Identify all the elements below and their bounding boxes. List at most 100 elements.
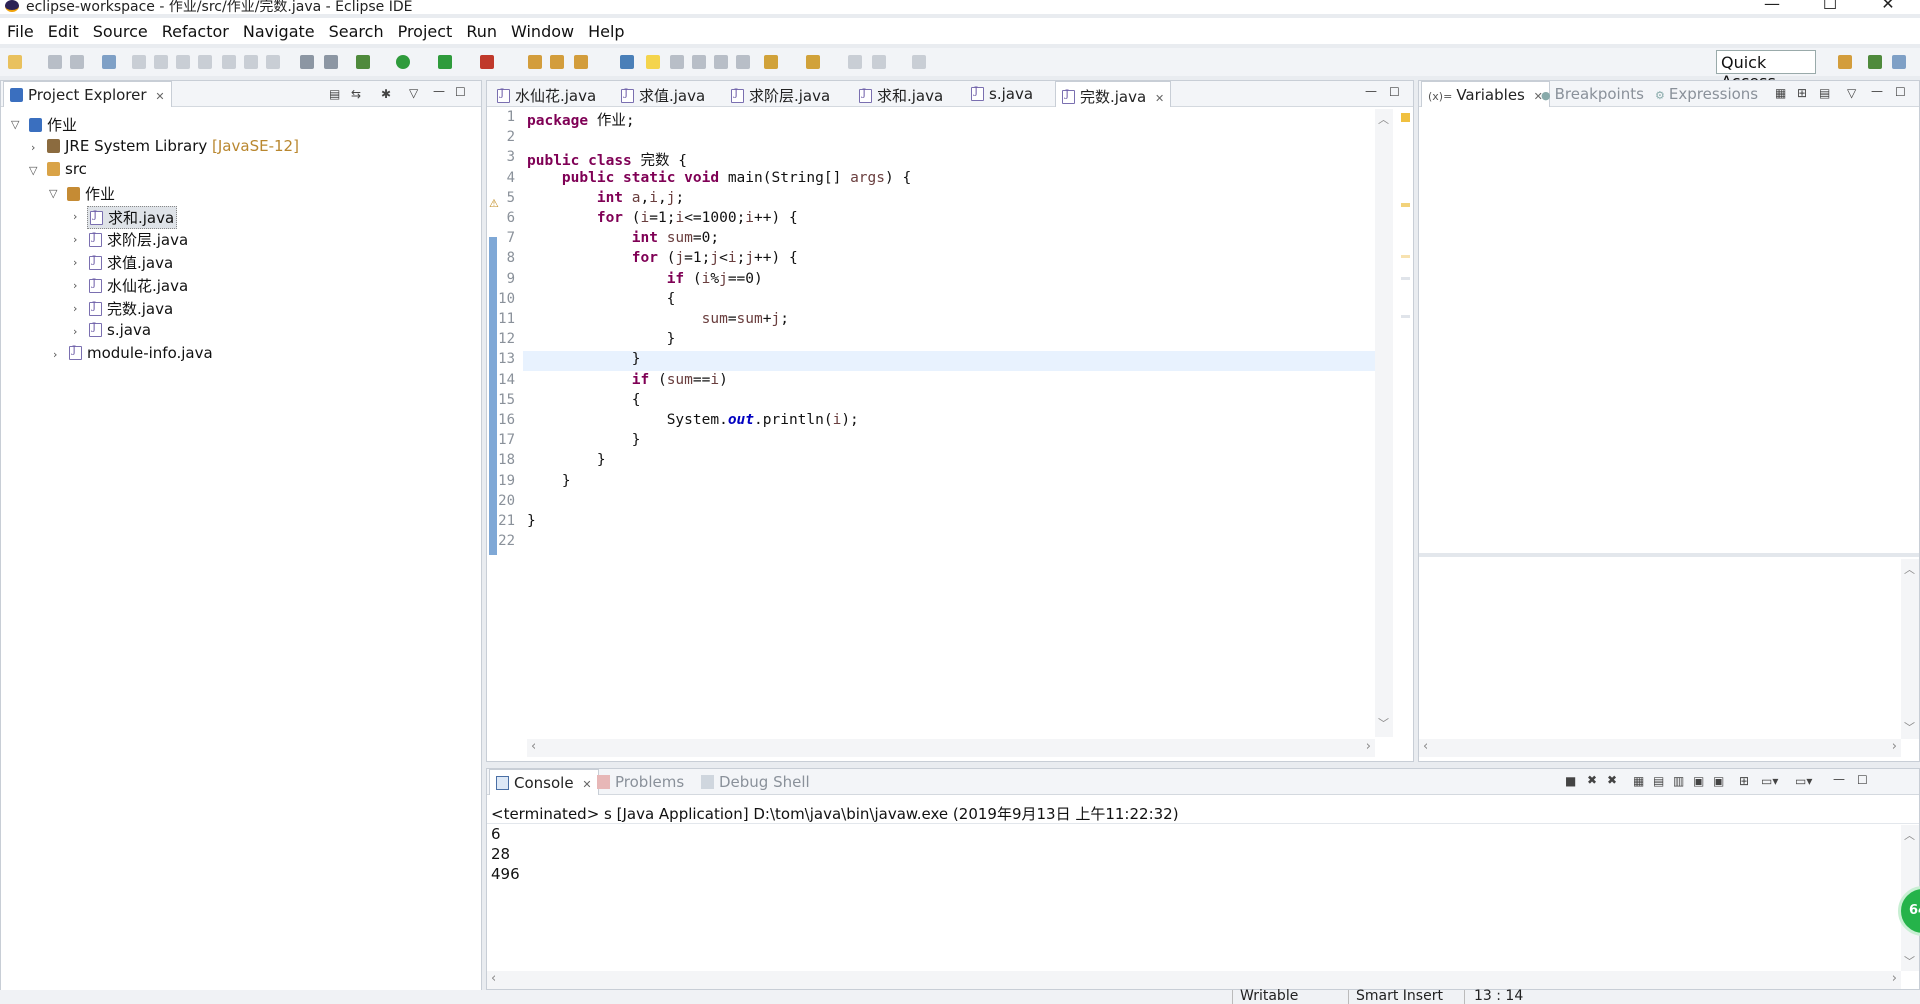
open-task-icon[interactable] — [620, 55, 634, 69]
scroll-left-icon[interactable]: ‹ — [1423, 739, 1428, 754]
scroll-left-icon[interactable]: ‹ — [531, 739, 536, 754]
java-perspective-icon[interactable] — [1868, 55, 1882, 69]
chevron-down-icon[interactable]: ▽ — [11, 118, 19, 131]
save-icon[interactable] — [48, 55, 62, 69]
resume-icon[interactable] — [132, 55, 146, 69]
menu-window[interactable]: Window — [511, 22, 574, 41]
collapse-all-icon[interactable]: ▤ — [1819, 86, 1830, 100]
chevron-down-icon[interactable]: ▽ — [49, 187, 57, 200]
tab-project-explorer[interactable]: Project Explorer ✕ — [3, 81, 172, 107]
link-editor-icon[interactable]: ⇆ — [351, 87, 361, 101]
open-type-icon[interactable] — [550, 55, 564, 69]
minimize-button[interactable]: — — [1752, 0, 1792, 13]
collapse-all-icon[interactable]: ▤ — [329, 87, 340, 101]
show-whitespace-icon[interactable] — [714, 55, 728, 69]
clear-console-icon[interactable]: ▦ — [1633, 774, 1644, 788]
editor-horizontal-scrollbar[interactable]: ‹ › — [527, 739, 1375, 757]
scroll-right-icon[interactable]: › — [1892, 739, 1897, 754]
scroll-up-icon[interactable]: ︿ — [1904, 827, 1915, 843]
forward-icon[interactable] — [912, 55, 926, 69]
close-icon[interactable]: ✕ — [1155, 92, 1164, 105]
suspend-icon[interactable] — [154, 55, 168, 69]
new-icon[interactable] — [8, 55, 22, 69]
menu-run[interactable]: Run — [466, 22, 497, 41]
chevron-right-icon[interactable]: › — [73, 279, 77, 292]
step-over-icon[interactable] — [244, 55, 258, 69]
editor-tab[interactable]: 求阶层.java — [725, 81, 836, 107]
scroll-down-icon[interactable]: ﹀ — [1378, 715, 1389, 731]
open-console-icon[interactable]: ▭▾ — [1795, 774, 1812, 788]
menu-edit[interactable]: Edit — [48, 22, 79, 41]
show-type-names-icon[interactable]: ▦ — [1775, 86, 1786, 100]
search-icon[interactable] — [574, 55, 588, 69]
block-selection-icon[interactable] — [692, 55, 706, 69]
chevron-down-icon[interactable]: ▽ — [29, 164, 37, 177]
tree-item-file[interactable]: 求和.java — [87, 206, 178, 229]
editor-vertical-scrollbar[interactable]: ︿ ﹀ — [1375, 109, 1393, 737]
run-icon[interactable] — [396, 55, 410, 69]
scroll-right-icon[interactable]: › — [1892, 971, 1897, 986]
details-vertical-scrollbar[interactable]: ︿ ﹀ — [1901, 559, 1919, 739]
details-pane-divider[interactable] — [1419, 553, 1919, 557]
details-horizontal-scrollbar[interactable]: ‹ › — [1419, 739, 1901, 757]
show-logical-structure-icon[interactable]: ⊞ — [1797, 86, 1807, 100]
tree-item-project[interactable]: 作业 — [29, 114, 77, 135]
previous-annotation-icon[interactable] — [806, 55, 820, 69]
console-horizontal-scrollbar[interactable]: ‹ › — [487, 971, 1901, 989]
minimize-view-icon[interactable]: — — [1871, 84, 1883, 98]
editor-tab[interactable]: 求值.java — [615, 81, 711, 107]
tab-debug-shell[interactable]: Debug Shell — [695, 769, 816, 795]
scroll-up-icon[interactable]: ︿ — [1378, 111, 1389, 127]
scroll-down-icon[interactable]: ﹀ — [1904, 719, 1915, 735]
maximize-view-icon[interactable]: ☐ — [1857, 773, 1868, 787]
editor-tab-active[interactable]: 完数.java ✕ — [1055, 81, 1172, 107]
menu-help[interactable]: Help — [588, 22, 624, 41]
chevron-right-icon[interactable]: › — [31, 141, 35, 154]
coverage-icon[interactable] — [438, 55, 452, 69]
maximize-view-icon[interactable]: ☐ — [1389, 85, 1400, 99]
tree-item-package[interactable]: 作业 — [67, 183, 115, 204]
mark-occurrences-icon[interactable] — [646, 55, 660, 69]
terminate-icon[interactable] — [176, 55, 190, 69]
menu-file[interactable]: File — [7, 22, 34, 41]
tree-item-file[interactable]: 完数.java — [89, 298, 173, 319]
editor-tab[interactable]: 求和.java — [853, 81, 949, 107]
view-menu-icon[interactable]: ▽ — [1847, 86, 1856, 100]
view-menu-icon[interactable]: ▽ — [409, 86, 418, 100]
disconnect-icon[interactable] — [198, 55, 212, 69]
maximize-view-icon[interactable]: ☐ — [455, 85, 466, 99]
close-icon[interactable]: ✕ — [155, 90, 164, 103]
menu-search[interactable]: Search — [329, 22, 384, 41]
open-perspective-icon[interactable] — [1838, 55, 1852, 69]
tab-expressions[interactable]: ⚙ Expressions — [1649, 81, 1764, 107]
chevron-right-icon[interactable]: › — [73, 325, 77, 338]
menu-project[interactable]: Project — [398, 22, 453, 41]
word-wrap-icon[interactable] — [670, 55, 684, 69]
terminate-icon[interactable]: ■ — [1565, 774, 1576, 788]
chevron-right-icon[interactable]: › — [53, 348, 57, 361]
minimize-view-icon[interactable]: — — [1365, 84, 1377, 98]
tree-item-src[interactable]: src — [47, 160, 87, 178]
step-into-icon[interactable] — [222, 55, 236, 69]
pin-console-icon[interactable]: ⊞ — [1739, 774, 1749, 788]
chevron-right-icon[interactable]: › — [73, 210, 77, 223]
use-step-filters-icon[interactable] — [324, 55, 338, 69]
step-return-icon[interactable] — [266, 55, 280, 69]
minimize-view-icon[interactable]: — — [1833, 772, 1845, 786]
pilcrow-icon[interactable] — [736, 55, 750, 69]
new-java-project-icon[interactable] — [528, 55, 542, 69]
tree-item-file[interactable]: s.java — [89, 321, 151, 339]
chevron-right-icon[interactable]: › — [73, 302, 77, 315]
scroll-up-icon[interactable]: ︿ — [1904, 561, 1915, 577]
maximize-view-icon[interactable]: ☐ — [1895, 85, 1906, 99]
chevron-right-icon[interactable]: › — [73, 233, 77, 246]
scroll-left-icon[interactable]: ‹ — [491, 971, 496, 986]
remove-all-launches-icon[interactable]: ✖ — [1607, 773, 1617, 787]
display-console-icon[interactable]: ▭▾ — [1761, 774, 1778, 788]
minimize-view-icon[interactable]: — — [433, 84, 445, 98]
remove-launch-icon[interactable]: ✖ — [1587, 773, 1597, 787]
debug-perspective-icon[interactable] — [1892, 55, 1906, 69]
scroll-lock-icon[interactable]: ▤ — [1653, 774, 1664, 788]
chevron-right-icon[interactable]: › — [73, 256, 77, 269]
tree-item-file[interactable]: 求值.java — [89, 252, 173, 273]
